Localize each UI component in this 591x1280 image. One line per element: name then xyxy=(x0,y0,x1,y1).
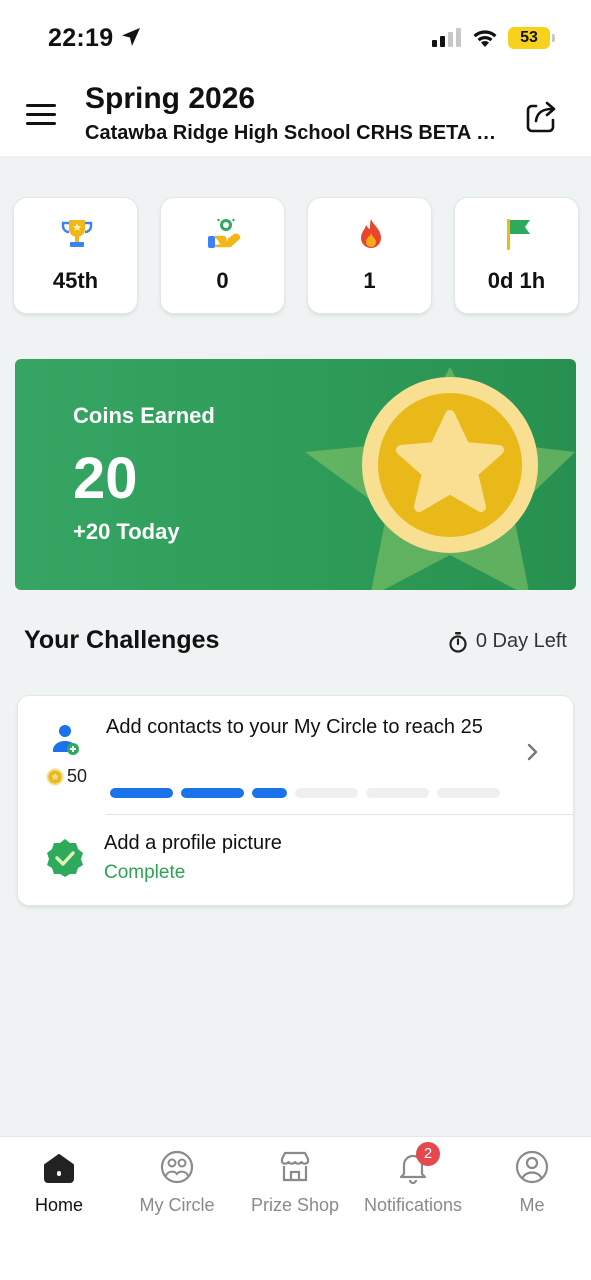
coin-star-illustration xyxy=(305,367,575,590)
tab-notifications[interactable]: Notifications xyxy=(354,1137,472,1237)
stat-card-streak[interactable]: 1 xyxy=(307,197,432,314)
progress-segment xyxy=(295,788,358,798)
wifi-icon xyxy=(473,30,497,47)
battery-indicator: 53 xyxy=(508,27,555,49)
tab-label: Prize Shop xyxy=(250,1195,340,1215)
stat-card-time[interactable]: 0d 1h xyxy=(454,197,579,314)
share-icon[interactable] xyxy=(522,96,562,136)
coins-label: Coins Earned xyxy=(73,403,215,428)
progress-segment xyxy=(366,788,429,798)
stopwatch-icon xyxy=(449,631,467,653)
stats-row: 45th 0 1 0d 1h xyxy=(13,197,579,314)
challenge-progress xyxy=(110,788,500,798)
flame-icon xyxy=(361,219,381,248)
tab-me[interactable]: Me xyxy=(473,1137,591,1237)
progress-segment xyxy=(437,788,500,798)
tab-label: My Circle xyxy=(139,1195,215,1215)
stat-card-rank[interactable]: 45th xyxy=(13,197,138,314)
checkmark-badge-icon xyxy=(47,839,83,877)
page-subtitle: Catawba Ridge High School CRHS BETA Club xyxy=(85,122,510,144)
tab-label: Me xyxy=(519,1195,545,1215)
home-icon xyxy=(44,1154,74,1183)
challenge-text-profile-picture[interactable]: Add a profile picture xyxy=(104,832,282,855)
profile-icon xyxy=(515,1150,549,1184)
tab-my-circle[interactable]: My Circle xyxy=(118,1137,236,1237)
chevron-right-icon xyxy=(527,743,538,761)
challenge-status: Complete xyxy=(104,862,186,883)
challenge-text: Add contacts to your My Circle to reach … xyxy=(106,716,483,738)
tab-label: Home xyxy=(34,1195,83,1215)
add-contact-icon xyxy=(53,725,79,755)
trophy-icon xyxy=(61,220,93,247)
bottom-tab-bar: Home My Circle Prize Shop Notifications … xyxy=(0,1136,591,1280)
stat-value-donations: 0 xyxy=(216,268,229,293)
status-bar: 22:19 53 xyxy=(0,0,591,80)
challenge-reward: 50 xyxy=(46,766,87,787)
coins-today: +20 Today xyxy=(73,519,180,544)
coin-icon xyxy=(46,768,64,785)
cellular-signal-icon xyxy=(432,28,461,47)
progress-segment xyxy=(181,788,244,798)
shop-icon xyxy=(280,1151,310,1182)
challenges-card: 50 Add contacts to your My Circle to rea… xyxy=(17,695,574,906)
notification-badge: 2 xyxy=(416,1142,440,1166)
progress-segment xyxy=(252,788,287,798)
hamburger-icon xyxy=(26,104,56,107)
tab-label: Notifications xyxy=(363,1195,463,1215)
progress-segment xyxy=(110,788,173,798)
flag-icon xyxy=(507,219,530,250)
challenges-title: Your Challenges xyxy=(24,626,220,654)
stat-card-donations[interactable]: 0 xyxy=(160,197,285,314)
time-left-label: 0 Day Left xyxy=(475,630,567,652)
coins-earned-card[interactable]: Coins Earned 20 +20 Today xyxy=(15,359,576,590)
reward-amount: 50 xyxy=(67,766,88,786)
status-time: 22:19 xyxy=(48,24,114,52)
stat-value-time: 0d 1h xyxy=(487,268,546,293)
app-header: Spring 2026 Catawba Ridge High School CR… xyxy=(0,80,591,156)
divider xyxy=(106,814,573,815)
tab-home[interactable]: Home xyxy=(0,1137,118,1237)
location-arrow-icon xyxy=(122,28,140,46)
coins-value: 20 xyxy=(73,446,138,511)
stat-value-rank: 45th xyxy=(52,268,99,293)
tab-prize-shop[interactable]: Prize Shop xyxy=(236,1137,354,1237)
my-circle-icon xyxy=(160,1150,194,1184)
stat-value-streak: 1 xyxy=(363,268,376,293)
challenge-item-add-contacts[interactable]: 50 Add contacts to your My Circle to rea… xyxy=(18,696,575,814)
menu-button[interactable] xyxy=(26,104,58,130)
hand-coin-icon xyxy=(208,218,241,248)
challenges-time-left: 0 Day Left xyxy=(448,630,567,653)
page-title: Spring 2026 xyxy=(85,82,256,115)
